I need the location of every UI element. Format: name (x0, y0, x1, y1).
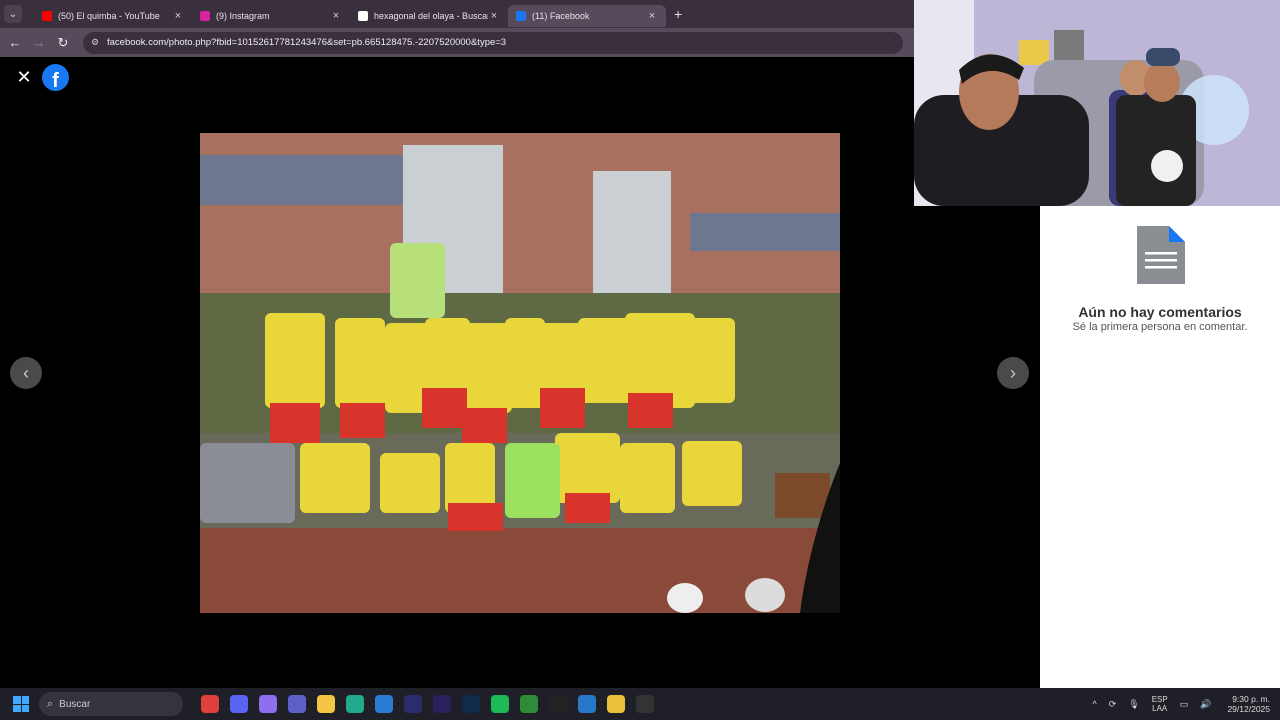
tab-title: (50) El quimba - YouTube (58, 11, 160, 21)
volume-icon[interactable]: 🔊 (1200, 699, 1211, 710)
copilot-icon[interactable] (258, 695, 277, 713)
region-code: LAA (1152, 704, 1168, 713)
system-tray: ^ ⟳ 🎙 ESP LAA ▭ 🔊 9:30 p. m. 29/12/2025 (1086, 688, 1270, 720)
store-icon[interactable] (374, 695, 393, 713)
clock-time: 9:30 p. m. (1232, 694, 1270, 704)
next-photo-button[interactable]: › (997, 357, 1029, 389)
video-app-icon[interactable] (200, 695, 219, 713)
sync-icon[interactable]: ⟳ (1109, 699, 1117, 710)
forward-button[interactable]: → (27, 35, 51, 50)
facebook-logo-letter: f (52, 70, 59, 91)
discord-icon[interactable] (229, 695, 248, 713)
back-button[interactable]: ← (3, 35, 27, 50)
webcam-overlay (914, 0, 1280, 206)
site-info-icon[interactable]: ⚙ (91, 37, 101, 48)
reload-button[interactable]: ↻ (51, 35, 75, 51)
new-tab-button[interactable]: + (674, 6, 682, 22)
tab-title: (9) Instagram (216, 11, 270, 21)
instagram-icon (200, 11, 210, 21)
photoshop-icon[interactable] (461, 695, 480, 713)
obs-icon[interactable] (635, 695, 654, 713)
capcut-icon[interactable] (548, 695, 567, 713)
chevron-left-icon: ‹ (23, 362, 29, 383)
chrome-icon[interactable] (606, 695, 625, 713)
search-icon: ⌕ (47, 697, 54, 710)
clock-date: 29/12/2025 (1227, 704, 1270, 714)
file-explorer-icon[interactable] (316, 695, 335, 713)
team-photo[interactable] (200, 133, 840, 613)
xbox-icon[interactable] (519, 695, 538, 713)
close-tab-icon[interactable]: × (488, 10, 500, 22)
close-tab-icon[interactable]: × (646, 10, 658, 22)
tab-search-button[interactable]: ⌄ (4, 5, 22, 23)
previous-photo-button[interactable]: ‹ (10, 357, 42, 389)
address-bar[interactable]: ⚙ facebook.com/photo.php?fbid=1015261778… (83, 31, 903, 54)
browser-tab[interactable]: (11) Facebook × (508, 5, 666, 27)
after-effects-icon[interactable] (403, 695, 422, 713)
comments-panel: Aún no hay comentarios Sé la primera per… (1040, 206, 1280, 688)
close-icon[interactable]: ✕ (14, 67, 34, 88)
premiere-icon[interactable] (432, 695, 451, 713)
facebook-icon (516, 11, 526, 21)
taskbar-search[interactable]: ⌕ Buscar (39, 692, 183, 716)
clock[interactable]: 9:30 p. m. 29/12/2025 (1227, 694, 1270, 714)
language-indicator[interactable]: ESP LAA (1152, 695, 1168, 713)
teams-icon[interactable] (287, 695, 306, 713)
chevron-right-icon: › (1010, 362, 1016, 383)
photo-viewer: ✕ f ‹ › (0, 57, 1040, 688)
document-icon (1137, 226, 1185, 284)
microphone-icon[interactable]: 🎙 (1128, 699, 1139, 710)
browser-tab[interactable]: hexagonal del olaya - Buscar co× (350, 5, 508, 27)
network-icon[interactable]: ▭ (1180, 699, 1189, 710)
edge-icon[interactable] (345, 695, 364, 713)
no-comments-subtitle: Sé la primera persona en comentar. (1072, 321, 1248, 333)
tab-title: hexagonal del olaya - Buscar co (374, 11, 488, 21)
close-tab-icon[interactable]: × (330, 10, 342, 22)
team-photo-image (200, 133, 840, 613)
tab-title: (11) Facebook (532, 11, 590, 21)
browser-tab[interactable]: (50) El quimba - YouTube × (34, 5, 192, 27)
chevron-up-icon[interactable]: ^ (1092, 699, 1096, 709)
webcam-image (914, 0, 1280, 206)
youtube-icon (42, 11, 52, 21)
no-comments-title: Aún no hay comentarios (1078, 304, 1242, 320)
windows-taskbar: ⌕ Buscar ^ ⟳ 🎙 ESP LAA ▭ 🔊 9:30 p. m. 29… (0, 688, 1280, 720)
language-code: ESP (1151, 695, 1168, 704)
search-placeholder: Buscar (59, 698, 91, 710)
spotify-icon[interactable] (490, 695, 509, 713)
windows-start-icon[interactable] (13, 696, 29, 712)
browser-tab[interactable]: (9) Instagram × (192, 5, 350, 27)
url-text: facebook.com/photo.php?fbid=101526177812… (107, 37, 507, 48)
facebook-logo-icon[interactable]: f (42, 64, 69, 91)
app-icon[interactable] (577, 695, 596, 713)
google-icon (358, 11, 368, 21)
close-tab-icon[interactable]: × (172, 10, 184, 22)
